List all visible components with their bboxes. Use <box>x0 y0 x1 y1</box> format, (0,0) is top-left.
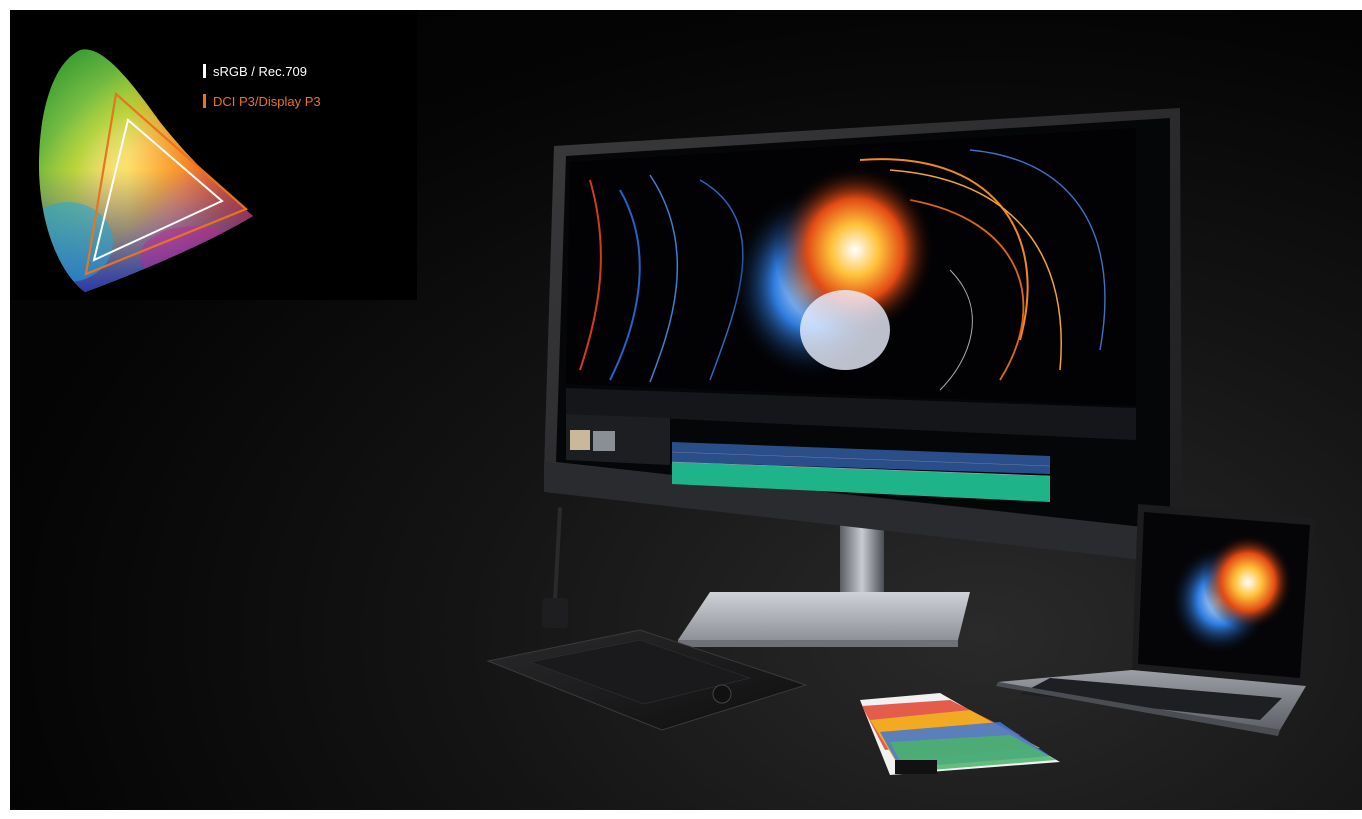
product-scene: sRGB / Rec.709 DCI P3/Display P3 <box>10 10 1362 810</box>
stylus <box>553 507 562 602</box>
hardware-illustration <box>486 108 1316 775</box>
monitor-stand-base <box>678 592 970 640</box>
monitor-artwork <box>566 128 1136 406</box>
stylus-holder <box>542 598 568 628</box>
color-swatch-fan <box>860 693 1060 775</box>
